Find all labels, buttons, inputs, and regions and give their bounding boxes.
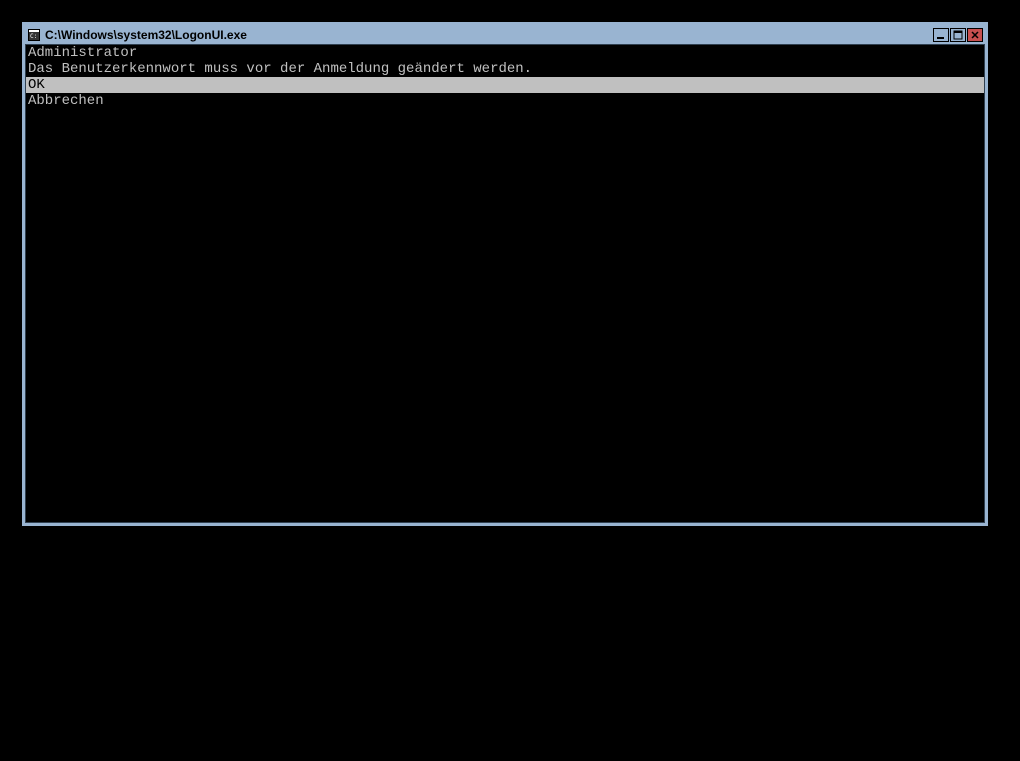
app-icon: C: — [27, 28, 41, 42]
svg-text:C:: C: — [30, 33, 37, 40]
message-line: Das Benutzerkennwort muss vor der Anmeld… — [26, 61, 984, 77]
maximize-button[interactable] — [950, 28, 966, 42]
close-button[interactable] — [967, 28, 983, 42]
user-line: Administrator — [26, 45, 984, 61]
console-area[interactable]: Administrator Das Benutzerkennwort muss … — [25, 44, 985, 523]
window-controls — [933, 28, 983, 42]
ok-option[interactable]: OK — [26, 77, 984, 93]
titlebar[interactable]: C: C:\Windows\system32\LogonUI.exe — [25, 25, 985, 44]
console-window: C: C:\Windows\system32\LogonUI.exe — [22, 22, 988, 526]
cancel-option[interactable]: Abbrechen — [26, 93, 984, 109]
minimize-button[interactable] — [933, 28, 949, 42]
window-title: C:\Windows\system32\LogonUI.exe — [45, 28, 933, 42]
